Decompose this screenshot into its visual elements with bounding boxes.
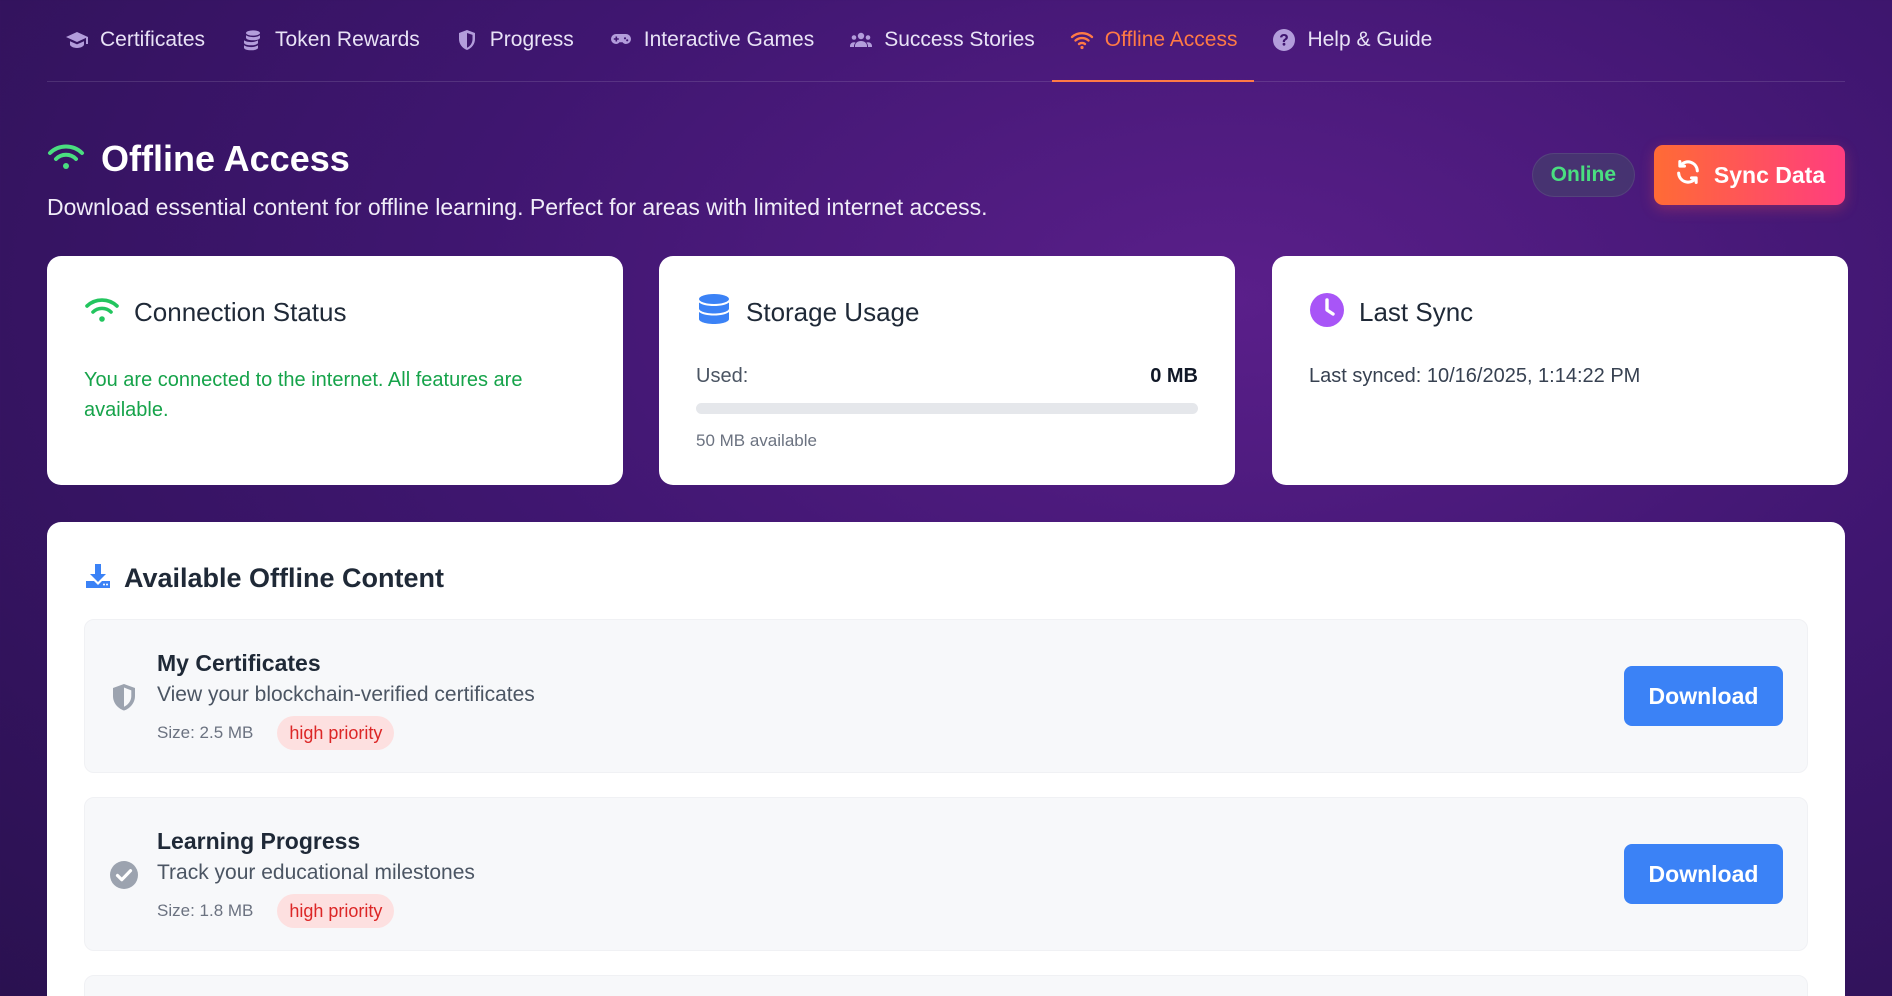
nav-item-label: Help & Guide xyxy=(1307,28,1433,51)
content-item-partial xyxy=(84,975,1808,996)
item-meta: Size: 1.8 MB high priority xyxy=(157,894,395,928)
offline-content-panel: Available Offline Content My Certificate… xyxy=(47,522,1845,996)
page-header: Offline Access Download essential conten… xyxy=(47,138,988,221)
storage-used-label: Used: xyxy=(696,365,749,387)
gamepad-icon xyxy=(608,27,634,53)
download-button[interactable]: Download xyxy=(1624,666,1783,726)
page-title: Offline Access xyxy=(101,138,350,179)
nav-item-progress[interactable]: Progress xyxy=(437,0,591,81)
panel-header: Available Offline Content xyxy=(84,562,1808,595)
sync-data-label: Sync Data xyxy=(1713,161,1826,188)
download-icon xyxy=(84,562,112,595)
top-navigation: Certificates Token Rewards Progress Inte… xyxy=(47,0,1845,82)
nav-item-label: Progress xyxy=(489,28,574,51)
nav-item-offline-access[interactable]: Offline Access xyxy=(1051,0,1255,82)
connection-status-text: You are connected to the internet. All f… xyxy=(84,369,523,421)
nav-item-label: Success Stories xyxy=(884,28,1035,51)
sync-data-button[interactable]: Sync Data xyxy=(1654,145,1845,205)
sync-icon xyxy=(1674,158,1702,192)
storage-progress-bar xyxy=(696,403,1198,414)
storage-available-text: 50 MB available xyxy=(696,431,817,450)
coins-icon xyxy=(239,27,265,53)
item-description: View your blockchain-verified certificat… xyxy=(157,683,535,706)
item-title: My Certificates xyxy=(157,650,321,676)
last-sync-text: Last synced: 10/16/2025, 1:14:22 PM xyxy=(1309,365,1641,387)
wifi-icon xyxy=(47,141,85,178)
card-header: Connection Status xyxy=(84,292,586,333)
shield-icon xyxy=(109,682,139,712)
storage-usage-card: Storage Usage Used: 0 MB 50 MB available xyxy=(659,256,1235,485)
shield-icon xyxy=(454,27,480,53)
nav-item-help-guide[interactable]: Help & Guide xyxy=(1254,0,1449,81)
graduation-cap-icon xyxy=(64,27,90,53)
content-item-learning-progress: Learning Progress Track your educational… xyxy=(84,797,1808,951)
connection-status-card: Connection Status You are connected to t… xyxy=(47,256,623,485)
card-title: Connection Status xyxy=(134,297,347,327)
nav-item-label: Certificates xyxy=(100,28,206,51)
nav-item-label: Interactive Games xyxy=(643,28,815,51)
panel-title: Available Offline Content xyxy=(124,563,445,593)
title-row: Offline Access xyxy=(47,138,988,180)
nav-item-label: Token Rewards xyxy=(275,28,420,51)
header-actions: Online Sync Data xyxy=(1531,145,1845,205)
nav-item-interactive-games[interactable]: Interactive Games xyxy=(591,0,831,81)
nav-item-token-rewards[interactable]: Token Rewards xyxy=(222,0,437,81)
question-circle-icon xyxy=(1271,27,1297,53)
download-button[interactable]: Download xyxy=(1624,844,1783,904)
item-size: Size: 1.8 MB xyxy=(157,901,254,920)
wifi-icon xyxy=(84,292,120,333)
wifi-icon xyxy=(1069,27,1095,53)
check-circle-icon xyxy=(109,860,139,890)
item-size: Size: 2.5 MB xyxy=(157,723,254,742)
storage-used-value: 0 MB xyxy=(1150,365,1198,387)
online-status-badge: Online xyxy=(1531,153,1635,197)
item-meta: Size: 2.5 MB high priority xyxy=(157,716,395,750)
storage-used-row: Used: 0 MB xyxy=(696,365,1198,388)
nav-item-success-stories[interactable]: Success Stories xyxy=(831,0,1052,81)
users-icon xyxy=(848,27,874,53)
nav-item-certificates[interactable]: Certificates xyxy=(47,0,222,81)
card-header: Last Sync xyxy=(1309,292,1811,333)
last-sync-card: Last Sync Last synced: 10/16/2025, 1:14:… xyxy=(1272,256,1848,485)
content-item-certificates: My Certificates View your blockchain-ver… xyxy=(84,619,1808,773)
item-title: Learning Progress xyxy=(157,828,361,854)
database-icon xyxy=(696,292,732,333)
item-description: Track your educational milestones xyxy=(157,861,475,884)
card-title: Last Sync xyxy=(1359,297,1474,327)
page-subtitle: Download essential content for offline l… xyxy=(47,194,988,220)
nav-item-label: Offline Access xyxy=(1104,28,1238,51)
card-title: Storage Usage xyxy=(746,297,920,327)
clock-icon xyxy=(1309,292,1345,333)
card-header: Storage Usage xyxy=(696,292,1198,333)
priority-badge: high priority xyxy=(277,716,395,750)
priority-badge: high priority xyxy=(277,894,395,928)
